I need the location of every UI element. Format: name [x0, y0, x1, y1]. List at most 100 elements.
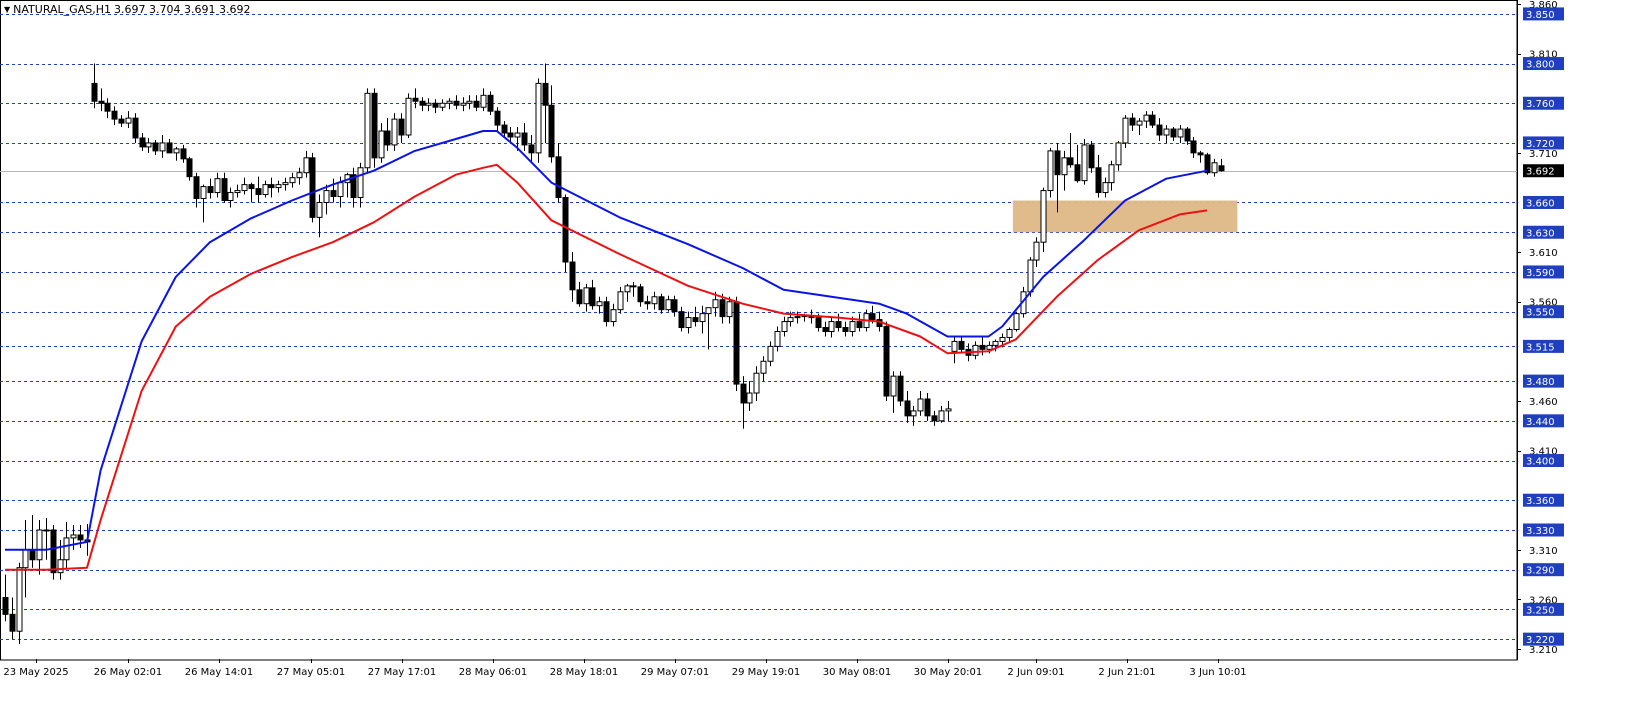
candle-body-bear — [924, 398, 931, 417]
price-chart[interactable]: 3.8603.8103.7103.6103.5603.4603.4103.310… — [0, 0, 1651, 719]
axis-tick-label: 3.610 — [1529, 248, 1558, 259]
candle — [733, 296, 740, 392]
candle — [1047, 147, 1054, 198]
candle-body-bull — [337, 182, 344, 198]
candles — [2, 63, 1225, 645]
candle — [275, 180, 282, 193]
candle-body-bear — [569, 261, 576, 291]
candle-body-bull — [22, 549, 29, 569]
candle-body-bull — [460, 102, 467, 106]
candle-body-bull — [200, 186, 207, 200]
candle — [412, 88, 419, 109]
candle-body-bull — [760, 360, 767, 374]
level-label: 3.720 — [1526, 139, 1555, 150]
candle-body-bull — [787, 317, 794, 323]
candle — [610, 303, 617, 327]
candle-body-bear — [658, 296, 665, 311]
candle — [746, 381, 753, 411]
candle-body-bull — [774, 331, 781, 347]
candle — [637, 283, 644, 307]
candle — [180, 144, 187, 163]
candle-body-bear — [180, 148, 187, 160]
axis-tick-label: 3.310 — [1529, 546, 1558, 557]
candle — [692, 306, 699, 327]
candle-body-bear — [1218, 165, 1225, 172]
current-price-label: 3.692 — [1526, 167, 1555, 178]
candle-body-bull — [849, 321, 856, 332]
candle — [528, 135, 535, 163]
chevron-down-icon[interactable]: ▼ — [4, 5, 10, 14]
candle-body-bear — [1095, 167, 1102, 194]
candle — [753, 366, 760, 401]
candle-body-bull — [391, 118, 398, 146]
candle-body-bear — [528, 144, 535, 154]
candle — [139, 133, 146, 151]
candle-body-bear — [166, 142, 173, 154]
candle-body-bear — [139, 137, 146, 148]
candle — [569, 252, 576, 302]
candle-body-bear — [555, 156, 562, 199]
candle — [596, 296, 603, 314]
time-label: 3 Jun 10:01 — [1189, 667, 1246, 678]
candle-body-bear — [384, 130, 391, 146]
candle-body-bear — [958, 340, 965, 350]
candle-body-bear — [221, 178, 228, 202]
candle-body-bull — [1006, 329, 1013, 338]
time-label: 29 May 19:01 — [732, 667, 801, 678]
candle-body-bear — [1149, 114, 1156, 126]
candle-body-bull — [617, 291, 624, 311]
candle-body-bull — [794, 316, 801, 319]
candle-body-bull — [685, 317, 692, 329]
time-label: 27 May 05:01 — [277, 667, 346, 678]
candle — [248, 182, 255, 203]
candle — [460, 97, 467, 112]
candle — [883, 321, 890, 401]
candle-body-bear — [118, 118, 125, 124]
candle-body-bull — [1122, 117, 1129, 144]
candle — [91, 63, 98, 109]
time-label: 30 May 20:01 — [914, 667, 983, 678]
candle — [473, 95, 480, 112]
candle-body-bear — [104, 102, 111, 112]
level-label: 3.660 — [1526, 198, 1555, 209]
candle — [617, 286, 624, 314]
candle — [1108, 160, 1115, 191]
candle-body-bear — [193, 176, 200, 200]
candle-body-bear — [1129, 117, 1136, 126]
candle — [521, 123, 528, 151]
candle — [1190, 136, 1197, 158]
candle-body-bear — [91, 82, 98, 102]
level-label: 3.590 — [1526, 268, 1555, 279]
candle-body-bear — [1190, 140, 1197, 154]
candle-body-bull — [234, 190, 241, 194]
time-label: 26 May 02:01 — [94, 667, 163, 678]
level-label: 3.850 — [1526, 10, 1555, 21]
candle — [555, 142, 562, 203]
candle-body-bear — [29, 549, 36, 561]
candle-body-bear — [1197, 152, 1204, 156]
candle-body-bear — [521, 132, 528, 146]
candle-body-bear — [883, 326, 890, 397]
candle — [856, 313, 863, 332]
candle-body-bull — [43, 529, 50, 532]
candle-body-bull — [241, 184, 248, 192]
candle — [576, 281, 583, 307]
candle-body-bull — [945, 408, 952, 412]
candle — [227, 187, 234, 208]
candle — [945, 400, 952, 421]
candle-body-bear — [1156, 124, 1163, 136]
candle — [1211, 158, 1218, 177]
candle — [972, 341, 979, 360]
candle — [398, 113, 405, 143]
candle — [665, 295, 672, 312]
candle-body-bear — [453, 100, 460, 106]
candle-body-bear — [309, 157, 316, 218]
candle-body-bull — [439, 102, 446, 108]
candle-body-bear — [419, 100, 426, 106]
moving-averages — [5, 130, 1208, 571]
chart-header[interactable]: ▼ NATURAL_GAS,H1 3.697 3.704 3.691 3.692 — [4, 3, 250, 16]
level-label: 3.360 — [1526, 496, 1555, 507]
candle — [1177, 125, 1184, 143]
candle-body-bull — [214, 178, 221, 194]
candle-body-bear — [50, 529, 57, 574]
